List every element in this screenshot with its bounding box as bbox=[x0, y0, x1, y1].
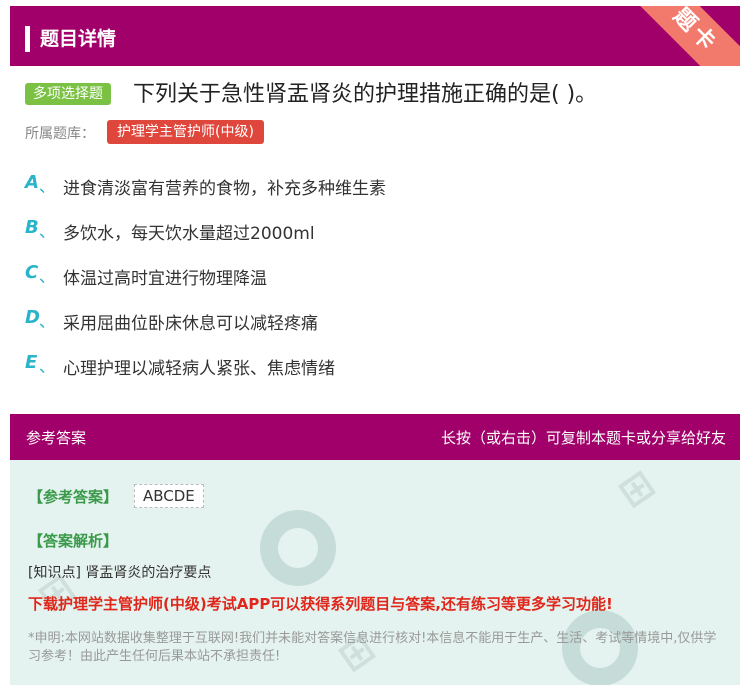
option-separator: 、 bbox=[39, 357, 56, 376]
question-type-tag: 多项选择题 bbox=[25, 83, 111, 105]
option-separator: 、 bbox=[39, 267, 56, 286]
option-letter: B bbox=[25, 217, 39, 238]
page-title: 题目详情 bbox=[40, 28, 117, 50]
header-accent-bar bbox=[25, 26, 30, 52]
answer-section-body: ⊞ ⊞ ⊞ 【参考答案】 ABCDE 【答案解析】 [知识点] 肾盂肾炎的治疗要… bbox=[10, 460, 740, 685]
share-hint: 长按（或右击）可复制本题卡或分享给好友 bbox=[440, 429, 726, 447]
app-download-link[interactable]: 下载护理学主管护师(中级)考试APP可以获得系列题目与答案,还有练习等更多学习功… bbox=[28, 593, 613, 614]
answer-section-title: 参考答案 bbox=[26, 429, 87, 447]
question-text: 下列关于急性肾盂肾炎的护理措施正确的是( )。 bbox=[133, 82, 598, 107]
library-tag[interactable]: 护理学主管护师(中级) bbox=[107, 120, 264, 144]
option-text: 心理护理以减轻病人紧张、焦虑情绪 bbox=[63, 359, 335, 379]
option-text: 体温过高时宜进行物理降温 bbox=[63, 269, 267, 289]
question-row: 多项选择题 下列关于急性肾盂肾炎的护理措施正确的是( )。 bbox=[25, 80, 725, 112]
question-detail-header: 题目详情 题卡 bbox=[10, 6, 740, 66]
option-text: 多饮水，每天饮水量超过2000ml bbox=[63, 224, 315, 244]
option-letter: E bbox=[25, 352, 38, 373]
answer-section-header: 参考答案 长按（或右击）可复制本题卡或分享给好友 bbox=[10, 414, 740, 460]
option-separator: 、 bbox=[39, 312, 56, 331]
option-letter: D bbox=[25, 307, 40, 328]
watermark-glyph: ⊞ bbox=[609, 460, 664, 518]
option-separator: 、 bbox=[39, 222, 56, 241]
question-card-ribbon[interactable]: 题卡 bbox=[620, 6, 740, 66]
disclaimer-text: *申明:本网站数据收集整理于互联网!我们并未能对答案信息进行核对!本信息不能用于… bbox=[28, 631, 717, 664]
option-separator: 、 bbox=[39, 177, 56, 196]
option-text: 采用屈曲位卧床休息可以减轻疼痛 bbox=[63, 314, 318, 334]
answer-label: 【参考答案】 bbox=[28, 488, 119, 506]
watermark-logo-icon bbox=[278, 528, 318, 568]
option-letter: C bbox=[25, 262, 39, 283]
library-label: 所属题库： bbox=[25, 126, 95, 142]
analysis-label: 【答案解析】 bbox=[28, 532, 119, 550]
knowledge-point: [知识点] 肾盂肾炎的治疗要点 bbox=[28, 565, 212, 581]
option-letter: A bbox=[25, 172, 39, 193]
answer-value[interactable]: ABCDE bbox=[134, 484, 204, 508]
option-text: 进食清淡富有营养的食物，补充多种维生素 bbox=[63, 179, 386, 199]
